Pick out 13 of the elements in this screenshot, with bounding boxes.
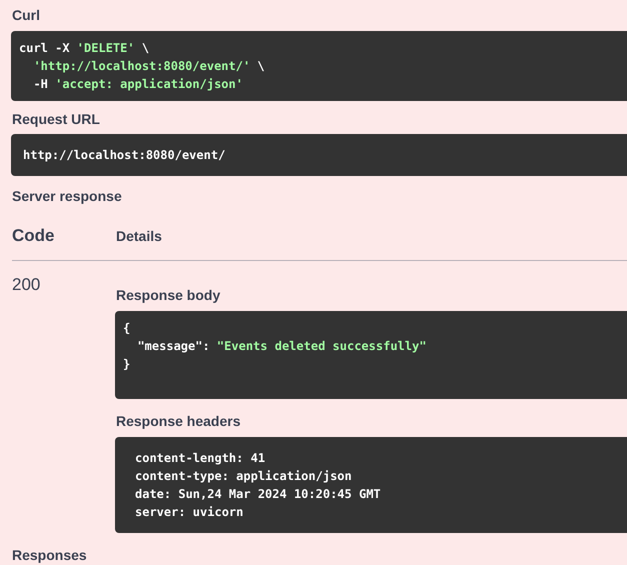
column-header: Details bbox=[116, 228, 162, 244]
code-block: curl -X 'DELETE' \ 'http://localhost:8080/event/' \ -H 'accept: application/json' bbox=[11, 31, 627, 101]
status-code: 200 bbox=[12, 275, 40, 294]
section-label: Response body bbox=[116, 287, 220, 303]
code-block: content-length: 41 content-type: application/json date: Sun,24 Mar 2024 10:20:45 GMT server: uvicorn bbox=[115, 437, 627, 533]
section-label: Curl bbox=[12, 7, 40, 23]
section-label: Response headers bbox=[116, 413, 240, 429]
column-header: Code bbox=[12, 226, 56, 246]
section-title: Server response bbox=[12, 188, 122, 204]
code-block: http://localhost:8080/event/ bbox=[11, 134, 627, 176]
section-title: Responses bbox=[12, 547, 87, 563]
section-label: Request URL bbox=[12, 111, 100, 127]
code-block: { "message": "Events deleted successfully" } bbox=[115, 311, 627, 399]
